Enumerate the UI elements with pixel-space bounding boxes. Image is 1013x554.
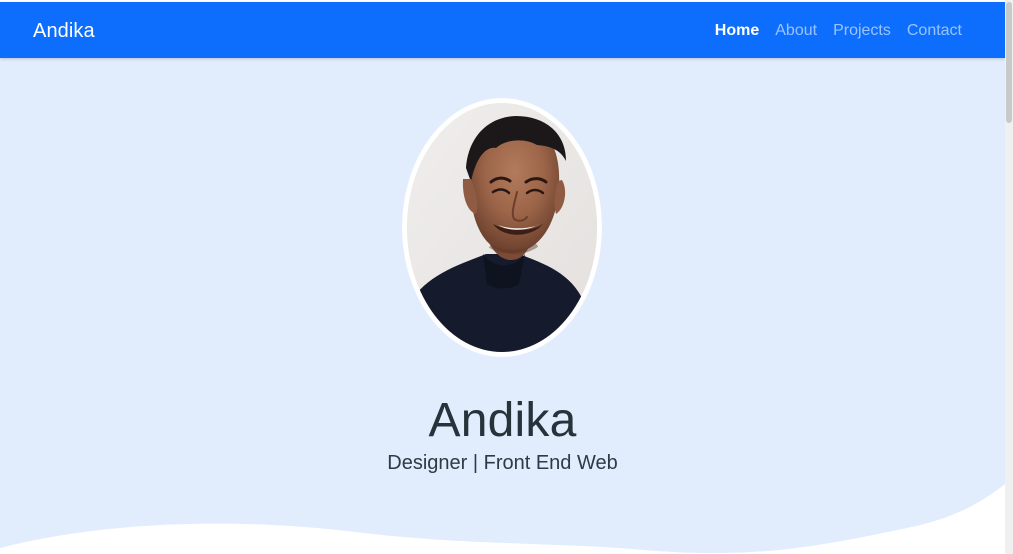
nav-home-link[interactable]: Home [715, 21, 759, 41]
portfolio-page: Andika Home About Projects Contact Andik… [0, 0, 1005, 554]
nav-about-link[interactable]: About [775, 21, 817, 41]
nav-projects-link[interactable]: Projects [833, 21, 891, 41]
scrollbar-thumb[interactable] [1006, 2, 1012, 123]
brand-link[interactable]: Andika [33, 19, 95, 43]
hero-wave-divider [0, 484, 1005, 554]
profile-photo [407, 103, 597, 352]
browser-viewport: Andika Home About Projects Contact Andik… [0, 0, 1013, 554]
nav-links: Home About Projects Contact [715, 21, 962, 41]
nav-contact-link[interactable]: Contact [907, 21, 962, 41]
hero-subtitle: Designer | Front End Web [387, 452, 618, 474]
hero-section: Andika Designer | Front End Web [0, 58, 1005, 554]
profile-photo-frame [403, 99, 601, 356]
top-navbar: Andika Home About Projects Contact [0, 2, 1005, 58]
hero-name: Andika [428, 394, 577, 448]
vertical-scrollbar[interactable] [1005, 0, 1013, 554]
